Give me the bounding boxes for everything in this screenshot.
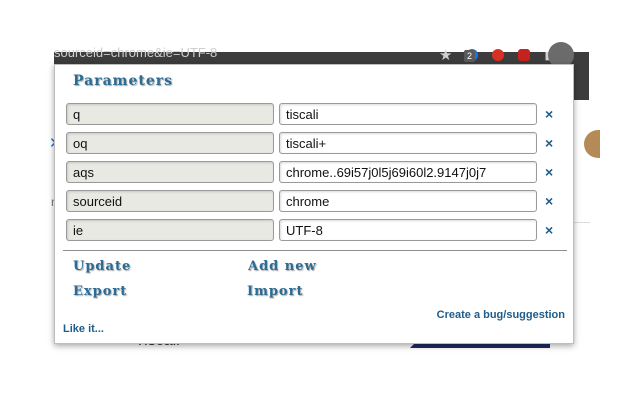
background-divider (574, 222, 590, 223)
extension-square-icon[interactable] (518, 49, 531, 61)
param-key-input[interactable] (66, 103, 274, 125)
parameters-popup: Parameters × × × × × Update Add new Expo… (54, 64, 574, 344)
param-key-input[interactable] (66, 190, 274, 212)
param-value-input[interactable] (279, 219, 537, 241)
background-image-fragment (584, 130, 600, 158)
delete-param-icon[interactable]: × (545, 107, 553, 121)
param-key-input[interactable] (66, 161, 274, 183)
param-key-input[interactable] (66, 132, 274, 154)
param-key-input[interactable] (66, 219, 274, 241)
param-row: × (66, 132, 566, 154)
section-divider (63, 250, 567, 251)
tab-title: sourceid=chrome&ie=UTF-8 (54, 45, 218, 60)
param-row: × (66, 219, 566, 241)
add-new-button[interactable]: Add new (248, 259, 317, 274)
delete-param-icon[interactable]: × (545, 223, 553, 237)
delete-param-icon[interactable]: × (545, 194, 553, 208)
popup-title: Parameters (73, 73, 174, 89)
import-button[interactable]: Import (247, 284, 303, 299)
param-row: × (66, 161, 566, 183)
param-row: × (66, 103, 566, 125)
param-value-input[interactable] (279, 161, 537, 183)
delete-param-icon[interactable]: × (545, 165, 553, 179)
param-row: × (66, 190, 566, 212)
param-value-input[interactable] (279, 103, 537, 125)
update-button[interactable]: Update (73, 259, 131, 274)
like-it-link[interactable]: Like it... (63, 323, 104, 335)
delete-param-icon[interactable]: × (545, 136, 553, 150)
param-value-input[interactable] (279, 190, 537, 212)
param-value-input[interactable] (279, 132, 537, 154)
extension-red-icon[interactable] (492, 49, 505, 61)
bookmark-star-icon[interactable]: ★ (439, 46, 452, 64)
extension-badge: 2 (464, 50, 476, 62)
create-bug-link[interactable]: Create a bug/suggestion (437, 309, 565, 321)
export-button[interactable]: Export (73, 284, 127, 299)
